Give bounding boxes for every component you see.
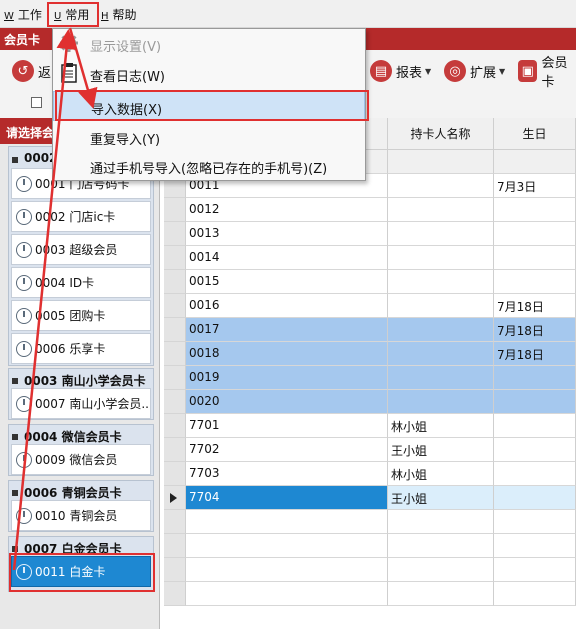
annotation-arrows (12, 27, 98, 571)
